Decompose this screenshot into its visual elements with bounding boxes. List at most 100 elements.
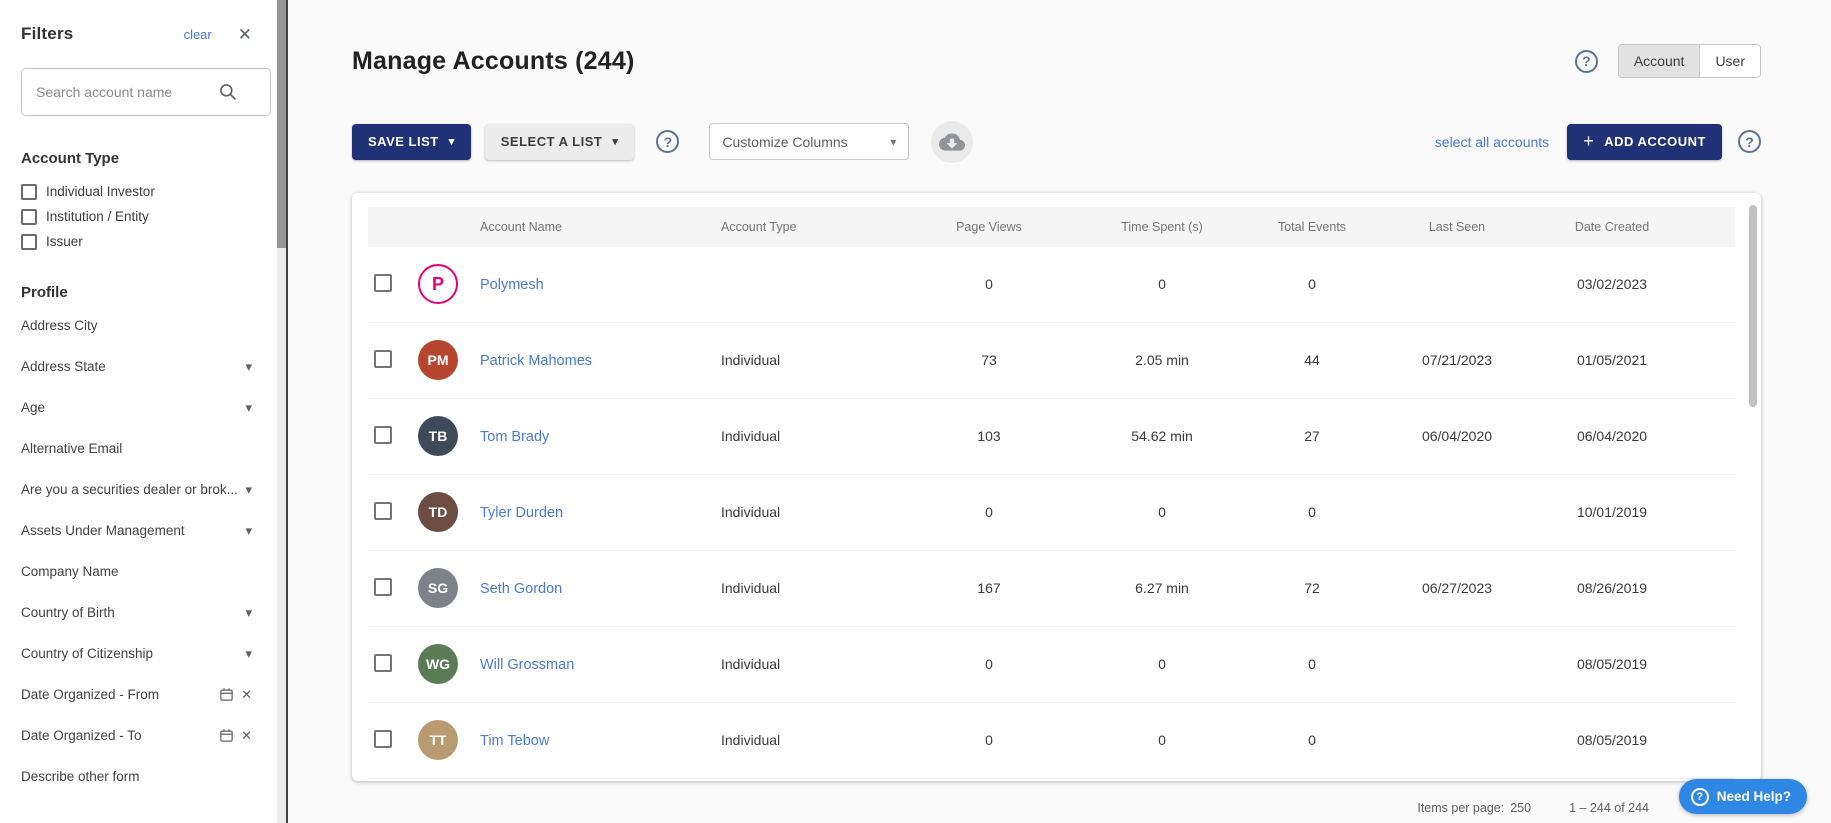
calendar-icon[interactable] [219,687,234,702]
profile-filter-item[interactable]: Are you a securities dealer or brok... ▾ [21,469,252,510]
chevron-down-icon: ▾ [245,399,252,415]
table-row: WG Will Grossman Individual 0 0 0 08/05/… [368,627,1735,703]
row-checkbox[interactable] [374,273,392,292]
last-seen-cell: 06/04/2020 [1421,428,1493,444]
sidebar-scrollbar-thumb[interactable] [277,0,286,248]
plus-icon: + [1583,131,1595,151]
clear-filters-link[interactable]: clear [184,27,212,42]
account-type-cell: Individual [721,428,781,444]
profile-filter-item[interactable]: Address State ▾ [21,346,252,387]
column-total-events[interactable]: Total Events [1227,220,1397,234]
search-icon [220,84,237,101]
time-spent-cell: 0 [1158,656,1166,672]
customize-columns-select[interactable]: Customize Columns ▾ [709,123,910,160]
account-name-link[interactable]: Will Grossman [480,657,574,673]
account-type-option[interactable]: Issuer [21,229,252,254]
filters-title: Filters [21,24,74,43]
table-row: TD Tyler Durden Individual 0 0 0 10/01/2… [368,475,1735,551]
filter-item-label: Alternative Email [21,441,123,456]
total-events-cell: 0 [1308,656,1316,672]
profile-filter-item[interactable]: Date Organized - From ✕ [21,674,252,715]
filter-item-label: Country of Citizenship [21,646,154,661]
close-icon[interactable]: ✕ [238,26,252,43]
date-created-cell: 01/05/2021 [1576,352,1648,368]
column-account-type[interactable]: Account Type [721,220,881,234]
account-type-checkbox-list: Individual Investor Institution / Entity… [21,179,252,254]
table-scrollbar-thumb[interactable] [1749,204,1757,407]
table-header-row: Account Name Account Type Page Views Tim… [368,206,1735,247]
items-per-page-value[interactable]: 250 [1510,801,1531,815]
checkbox-icon[interactable] [21,183,37,200]
calendar-icon[interactable] [219,728,234,743]
row-checkbox[interactable] [374,501,392,520]
column-page-views[interactable]: Page Views [881,220,1097,234]
filter-item-label: Age [21,400,46,415]
toggle-user[interactable]: User [1699,45,1760,78]
profile-filter-item[interactable]: Describe other form [21,756,252,797]
select-a-list-button[interactable]: SELECT A LIST ▾ [484,123,635,160]
save-list-button[interactable]: SAVE LIST ▾ [352,123,471,160]
column-time-spent[interactable]: Time Spent (s) [1097,220,1227,234]
filter-item-label: Company Name [21,564,119,579]
row-checkbox[interactable] [374,425,392,444]
need-help-button[interactable]: ? Need Help? [1678,779,1807,814]
avatar: SG [418,568,458,608]
checkbox-label: Issuer [46,234,83,249]
row-checkbox[interactable] [374,349,392,368]
avatar: WG [418,644,458,684]
account-type-cell: Individual [721,656,781,672]
account-type-cell: Individual [721,580,781,596]
profile-filter-list: Address City Address State ▾ Age ▾ Alter… [21,305,252,797]
column-account-name[interactable]: Account Name [480,220,721,234]
save-list-label: SAVE LIST [368,134,439,149]
filter-item-label: Date Organized - To [21,728,142,743]
help-icon[interactable]: ? [656,130,680,153]
account-name-link[interactable]: Polymesh [480,277,544,293]
account-name-link[interactable]: Patrick Mahomes [480,353,592,369]
profile-filter-item[interactable]: Country of Citizenship ▾ [21,633,252,674]
help-icon: ? [1690,787,1709,806]
toolbar: SAVE LIST ▾ SELECT A LIST ▾ ? Customize … [352,120,1761,163]
profile-filter-item[interactable]: Company Name [21,551,252,592]
last-seen-cell: 07/21/2023 [1421,352,1493,368]
account-name-link[interactable]: Tyler Durden [480,505,563,521]
account-name-link[interactable]: Tom Brady [480,429,549,445]
checkbox-icon[interactable] [21,208,37,225]
row-checkbox[interactable] [374,577,392,596]
help-icon[interactable]: ? [1738,130,1761,153]
filter-item-label: Country of Birth [21,605,115,620]
profile-filter-item[interactable]: Date Organized - To ✕ [21,715,252,756]
export-button[interactable] [931,120,974,163]
avatar: PM [418,340,458,380]
add-account-button[interactable]: + ADD ACCOUNT [1567,123,1722,160]
clear-filter-icon[interactable]: ✕ [241,728,252,744]
total-events-cell: 0 [1308,732,1316,748]
profile-filter-item[interactable]: Alternative Email [21,428,252,469]
account-name-link[interactable]: Seth Gordon [480,581,562,597]
profile-filter-item[interactable]: Assets Under Management ▾ [21,510,252,551]
clear-filter-icon[interactable]: ✕ [241,687,252,703]
chevron-down-icon: ▾ [245,481,252,497]
toggle-account[interactable]: Account [1618,45,1700,78]
select-all-accounts-link[interactable]: select all accounts [1435,134,1549,150]
column-last-seen[interactable]: Last Seen [1397,220,1517,234]
row-checkbox[interactable] [374,653,392,672]
filters-sidebar: Filters clear ✕ Account Type Individual … [0,0,288,823]
help-icon[interactable]: ? [1574,49,1598,73]
filter-item-label: Assets Under Management [21,523,185,538]
account-name-link[interactable]: Tim Tebow [480,733,549,749]
account-type-option[interactable]: Institution / Entity [21,204,252,229]
profile-filter-item[interactable]: Country of Birth ▾ [21,592,252,633]
total-events-cell: 0 [1308,504,1316,520]
row-checkbox[interactable] [374,729,392,748]
column-date-created[interactable]: Date Created [1517,220,1707,234]
total-events-cell: 44 [1304,352,1320,368]
avatar: TT [418,720,458,760]
total-events-cell: 27 [1304,428,1320,444]
profile-filter-item[interactable]: Address City [21,305,252,346]
checkbox-icon[interactable] [21,233,37,250]
account-type-option[interactable]: Individual Investor [21,179,252,204]
time-spent-cell: 0 [1158,504,1166,520]
profile-filter-item[interactable]: Age ▾ [21,387,252,428]
chevron-down-icon: ▾ [245,645,252,661]
